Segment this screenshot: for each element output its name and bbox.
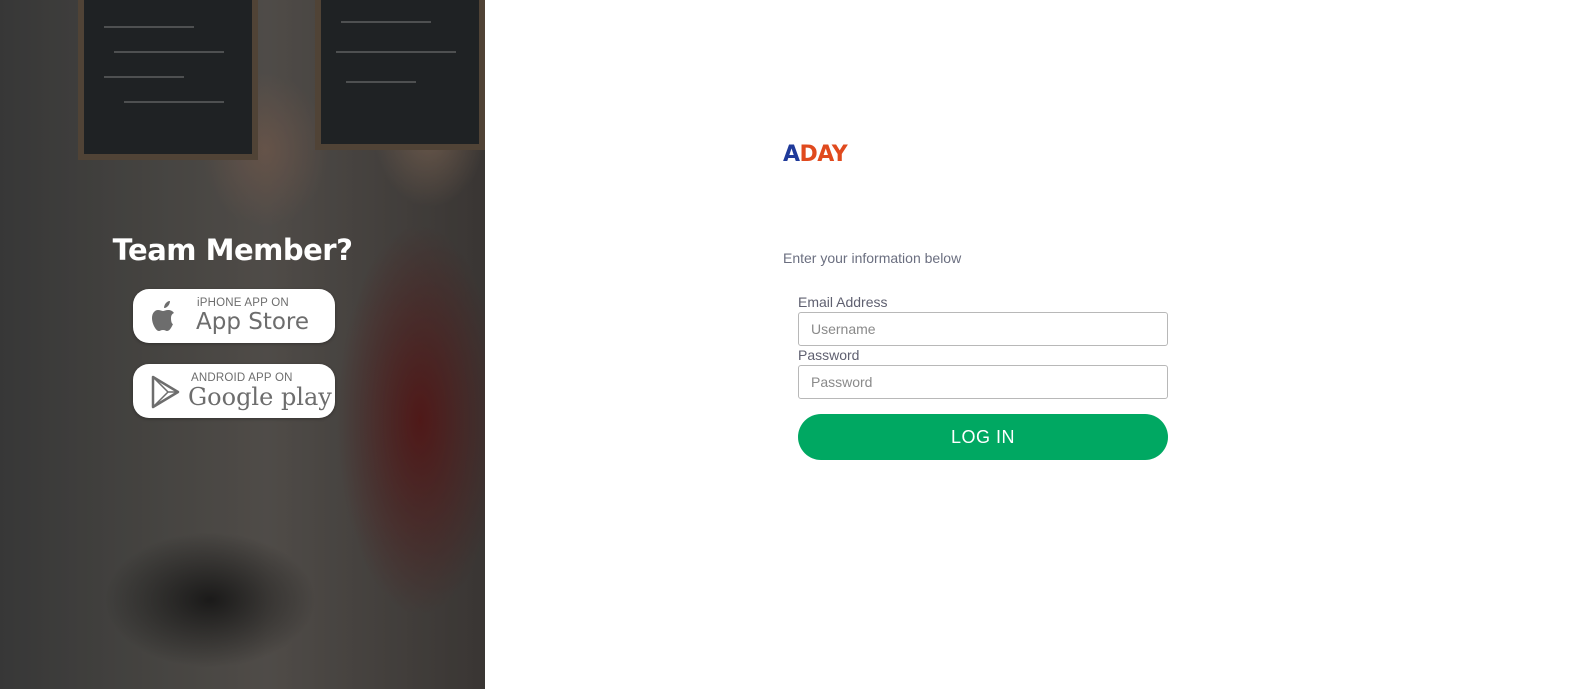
logo-letter-a: A xyxy=(783,142,800,167)
password-label: Password xyxy=(798,347,860,363)
app-store-caption: iPHONE APP ON xyxy=(197,297,289,309)
app-store-label: App Store xyxy=(196,309,310,335)
logo-letters-day: DAY xyxy=(799,142,848,167)
app-store-button[interactable]: iPHONE APP ON App Store xyxy=(133,289,335,343)
play-icon xyxy=(148,375,182,409)
email-field[interactable] xyxy=(798,312,1168,346)
photo-overlay xyxy=(0,0,485,689)
team-member-heading: Team Member? xyxy=(112,233,353,267)
aday-logo: ADAY xyxy=(783,142,848,167)
email-label: Email Address xyxy=(798,294,888,310)
hero-photo-panel: Team Member? iPHONE APP ON App Store AND… xyxy=(0,0,485,689)
apple-icon xyxy=(148,300,182,334)
google-play-button[interactable]: ANDROID APP ON Google play xyxy=(133,364,335,418)
password-field[interactable] xyxy=(798,365,1168,399)
login-button[interactable]: LOG IN xyxy=(798,414,1168,460)
form-intro-text: Enter your information below xyxy=(783,250,962,266)
google-play-label: Google play xyxy=(188,383,332,411)
